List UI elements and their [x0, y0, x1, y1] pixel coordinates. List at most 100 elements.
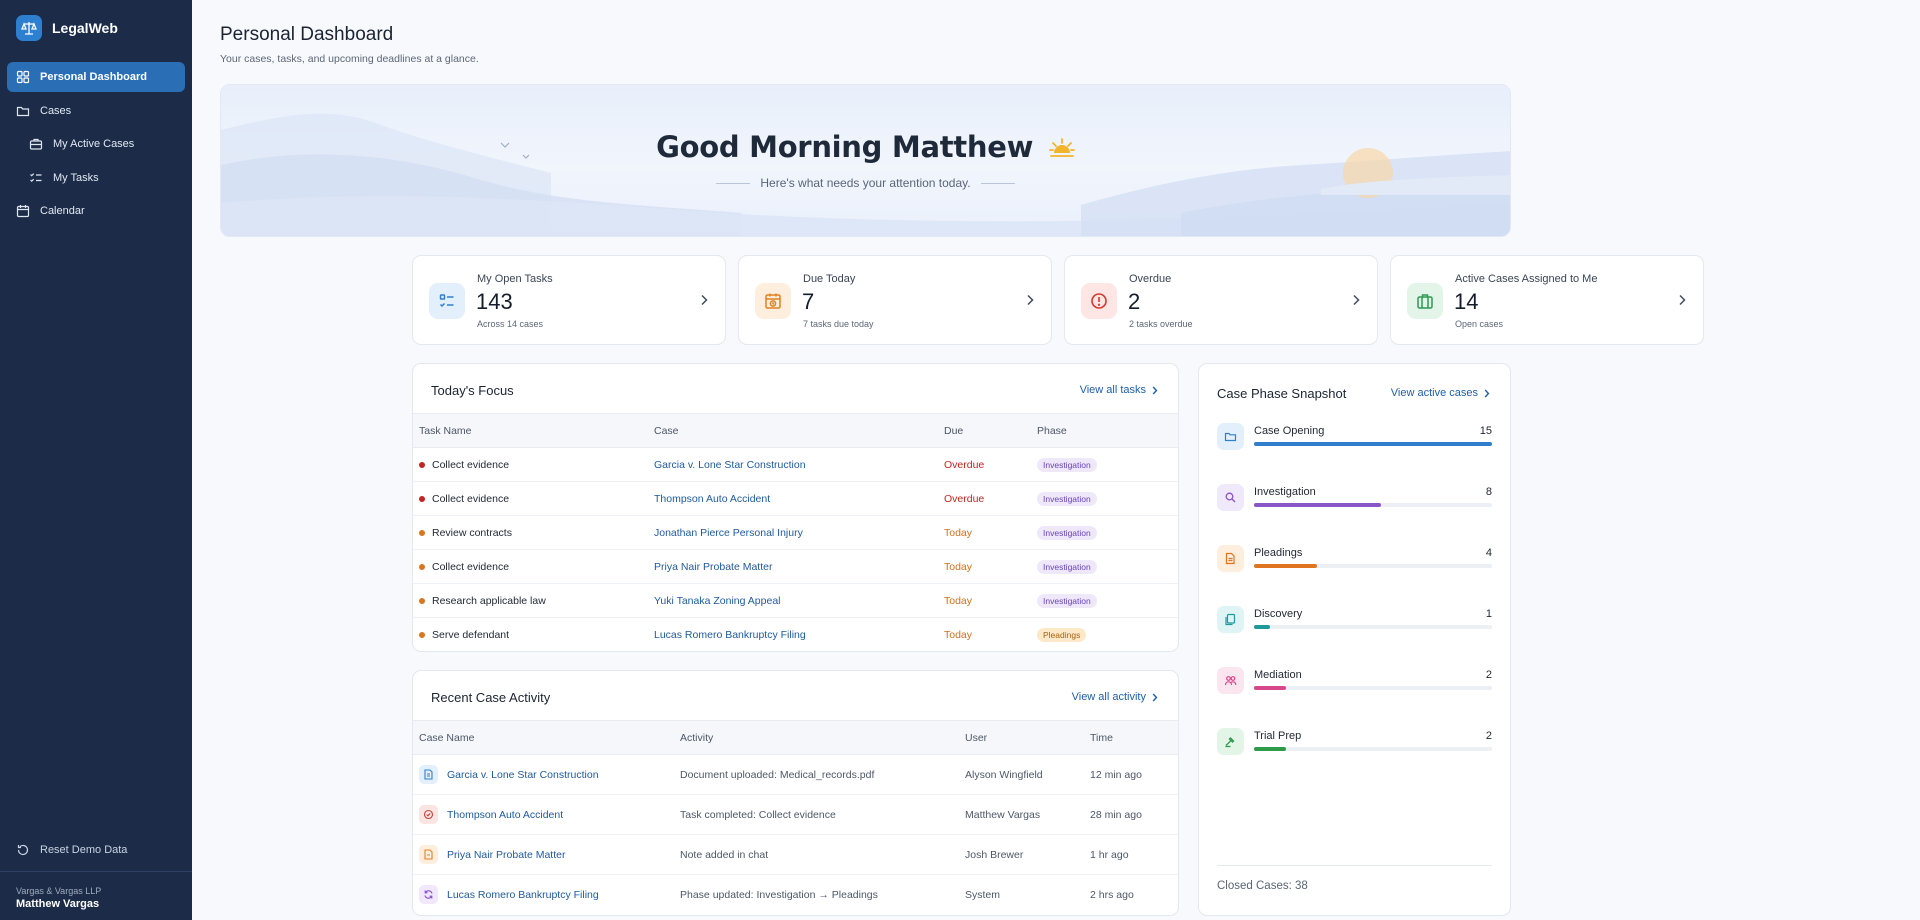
case-link[interactable]: Thompson Auto Accident	[654, 493, 770, 505]
page-title: Personal Dashboard	[220, 24, 394, 45]
checklist-icon	[429, 283, 465, 319]
case-link[interactable]: Priya Nair Probate Matter	[447, 849, 565, 861]
case-link[interactable]: Lucas Romero Bankruptcy Filing	[447, 889, 599, 901]
phase-progress-track	[1254, 747, 1492, 751]
alert-icon	[1081, 283, 1117, 319]
column-header[interactable]: User	[965, 720, 1090, 755]
phase-progress-track	[1254, 564, 1492, 568]
phase-row-pleadings[interactable]: Pleadings 4	[1217, 545, 1492, 581]
table-row[interactable]: Priya Nair Probate Matter Note added in …	[413, 834, 1178, 875]
activity-user: Josh Brewer	[965, 834, 1090, 875]
check-circle-icon	[419, 805, 438, 824]
stat-label: Active Cases Assigned to Me	[1455, 273, 1598, 285]
case-link[interactable]: Thompson Auto Accident	[447, 809, 563, 821]
table-row[interactable]: Serve defendant Lucas Romero Bankruptcy …	[413, 618, 1178, 652]
table-row[interactable]: Collect evidence Priya Nair Probate Matt…	[413, 549, 1178, 584]
sidebar-item-calendar[interactable]: Calendar	[7, 196, 185, 226]
phase-count: 15	[1479, 425, 1492, 437]
table-row[interactable]: Research applicable law Yuki Tanaka Zoni…	[413, 583, 1178, 618]
chevron-right-icon	[1152, 693, 1158, 701]
search-icon	[1217, 484, 1244, 511]
case-link[interactable]: Jonathan Pierce Personal Injury	[654, 527, 803, 539]
sidebar-item-personal-dashboard[interactable]: Personal Dashboard	[7, 62, 185, 92]
recent-activity-card: Recent Case Activity View all activity C…	[412, 670, 1179, 916]
chevron-right-icon	[1353, 294, 1360, 306]
table-row[interactable]: Garcia v. Lone Star Construction Documen…	[413, 754, 1178, 795]
view-all-activity-link[interactable]: View all activity	[1072, 691, 1158, 703]
sidebar-item-my-tasks[interactable]: My Tasks	[7, 163, 185, 193]
refresh-icon	[419, 885, 438, 905]
user-name: Matthew Vargas	[16, 898, 100, 910]
phase-count: 2	[1485, 730, 1492, 742]
phase-badge: Investigation	[1037, 593, 1097, 608]
activity-user: Alyson Wingfield	[965, 754, 1090, 795]
reset-demo-data-button[interactable]: Reset Demo Data	[7, 838, 185, 862]
sidebar-item-label: My Tasks	[53, 171, 99, 184]
chevron-right-icon	[1679, 294, 1686, 306]
phase-row-mediation[interactable]: Mediation 2	[1217, 667, 1492, 703]
sidebar-item-label: Calendar	[40, 205, 85, 217]
link-label: View active cases	[1390, 387, 1478, 399]
status-dot	[419, 597, 425, 604]
stat-card-due-today[interactable]: Due Today 7 7 tasks due today	[738, 255, 1052, 345]
phase-name: Pleadings	[1254, 547, 1303, 559]
case-phase-snapshot-card: Case Phase Snapshot View active cases Ca…	[1198, 363, 1511, 916]
phase-row-trial-prep[interactable]: Trial Prep 2	[1217, 728, 1492, 764]
table-row[interactable]: Lucas Romero Bankruptcy Filing Phase upd…	[413, 875, 1178, 915]
task-name: Serve defendant	[432, 628, 510, 641]
calendar-icon	[16, 205, 30, 218]
reset-icon	[17, 844, 29, 856]
case-link[interactable]: Yuki Tanaka Zoning Appeal	[654, 595, 781, 607]
activity-time: 12 min ago	[1090, 754, 1178, 795]
column-header[interactable]: Task Name	[413, 413, 654, 448]
case-link[interactable]: Garcia v. Lone Star Construction	[654, 459, 806, 471]
table-row[interactable]: Collect evidence Garcia v. Lone Star Con…	[413, 447, 1178, 482]
phase-name: Trial Prep	[1254, 730, 1302, 742]
stat-value: 143	[476, 289, 513, 314]
folder-icon	[16, 106, 30, 116]
phase-name: Investigation	[1254, 486, 1316, 498]
phase-badge: Investigation	[1037, 525, 1097, 540]
phase-name: Mediation	[1254, 669, 1302, 681]
case-link[interactable]: Garcia v. Lone Star Construction	[447, 769, 599, 781]
firm-name: Vargas & Vargas LLP	[16, 886, 102, 896]
phase-row-case-opening[interactable]: Case Opening 15	[1217, 423, 1492, 459]
phase-badge: Investigation	[1037, 457, 1097, 472]
card-title: Case Phase Snapshot	[1217, 386, 1347, 401]
column-header[interactable]: Activity	[680, 720, 965, 755]
link-label: View all tasks	[1079, 384, 1146, 396]
files-icon	[1217, 606, 1244, 633]
user-profile[interactable]: Vargas & Vargas LLP Matthew Vargas	[0, 871, 192, 910]
table-row[interactable]: Review contracts Jonathan Pierce Persona…	[413, 515, 1178, 550]
view-all-tasks-link[interactable]: View all tasks	[1080, 384, 1158, 396]
stat-value: 7	[802, 289, 815, 314]
phase-row-investigation[interactable]: Investigation 8	[1217, 484, 1492, 520]
case-link[interactable]: Priya Nair Probate Matter	[654, 561, 772, 573]
sidebar-item-my-active-cases[interactable]: My Active Cases	[7, 129, 185, 159]
sidebar-item-cases[interactable]: Cases	[7, 96, 185, 126]
stat-card-active-cases[interactable]: Active Cases Assigned to Me 14 Open case…	[1390, 255, 1704, 345]
scales-logo-icon	[16, 15, 42, 41]
column-header[interactable]: Time	[1090, 720, 1178, 755]
phase-row-discovery[interactable]: Discovery 1	[1217, 606, 1492, 642]
stat-value: 14	[1454, 289, 1479, 314]
task-name: Collect evidence	[432, 560, 510, 573]
table-row[interactable]: Collect evidence Thompson Auto Accident …	[413, 481, 1178, 516]
greeting-subtitle-text: Here's what needs your attention today.	[760, 176, 971, 190]
stat-card-open-tasks[interactable]: My Open Tasks 143 Across 14 cases	[412, 255, 726, 345]
todays-focus-card: Today's Focus View all tasks Task Name C…	[412, 363, 1179, 652]
case-link[interactable]: Lucas Romero Bankruptcy Filing	[654, 629, 806, 641]
greeting-title: Good Morning Matthew	[221, 130, 1510, 166]
focus-table: Task Name Case Due Phase Collect evidenc…	[413, 413, 1178, 652]
phase-progress-track	[1254, 442, 1492, 446]
stat-card-overdue[interactable]: Overdue 2 2 tasks overdue	[1064, 255, 1378, 345]
status-dot	[419, 461, 425, 468]
brand[interactable]: LegalWeb	[0, 0, 192, 56]
column-header[interactable]: Case Name	[413, 720, 680, 755]
column-header[interactable]: Due	[944, 413, 1037, 448]
column-header[interactable]: Case	[654, 413, 944, 448]
status-dot	[419, 495, 425, 502]
table-row[interactable]: Thompson Auto Accident Task completed: C…	[413, 794, 1178, 835]
view-active-cases-link[interactable]: View active cases	[1391, 387, 1490, 399]
column-header[interactable]: Phase	[1037, 413, 1178, 448]
